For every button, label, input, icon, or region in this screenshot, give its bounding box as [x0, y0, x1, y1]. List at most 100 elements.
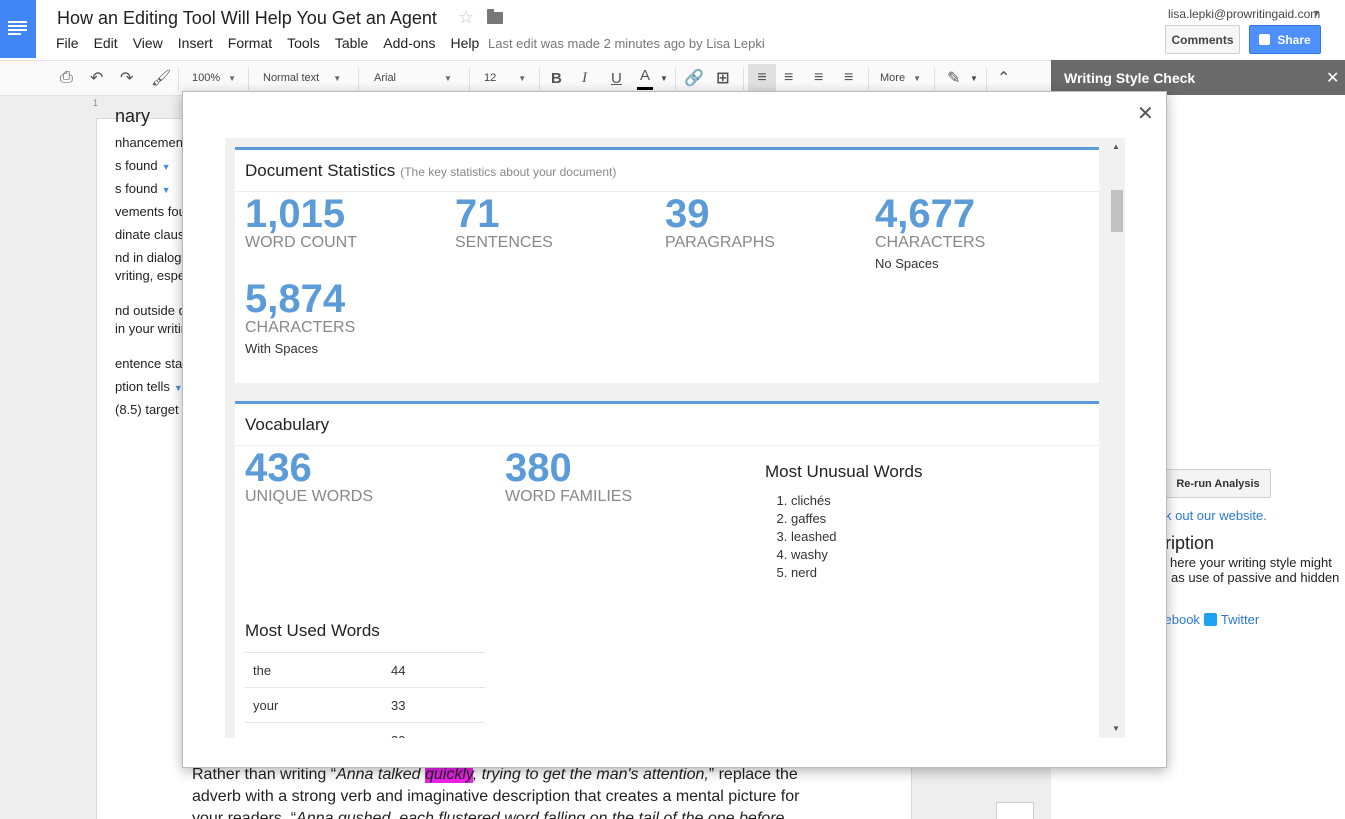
chevron-down-icon: ▼ — [333, 73, 342, 83]
toolbar-divider — [675, 68, 676, 90]
comments-button[interactable]: Comments — [1165, 25, 1240, 54]
menu-bar: File Edit View Insert Format Tools Table… — [56, 35, 494, 51]
toolbar-divider — [178, 68, 179, 90]
website-link[interactable]: k out our website. — [1165, 508, 1267, 523]
document-title[interactable]: How an Editing Tool Will Help You Get an… — [57, 8, 437, 29]
account-email[interactable]: lisa.lepki@prowritingaid.com — [1168, 7, 1320, 21]
italic-button[interactable]: I — [582, 61, 587, 95]
chevron-down-icon[interactable]: ▼ — [660, 61, 668, 95]
card-header: Vocabulary — [235, 404, 1099, 446]
more-button[interactable]: More ▼ — [880, 61, 921, 95]
social-links: cebook Twitter — [1158, 612, 1259, 627]
close-icon[interactable]: ✕ — [1326, 68, 1339, 88]
twitter-icon[interactable] — [1203, 613, 1217, 626]
folder-icon[interactable] — [487, 9, 503, 24]
scroll-up-icon[interactable]: ▲ — [1112, 142, 1120, 151]
more-label: More — [880, 72, 906, 84]
stat-characters-no-spaces: 4,677 CHARACTERS No Spaces — [875, 194, 985, 271]
twitter-link[interactable]: Twitter — [1221, 612, 1259, 627]
chevron-down-icon: ▼ — [518, 73, 527, 83]
link-icon[interactable]: 🔗 — [684, 61, 704, 95]
scroll-down-icon[interactable]: ▼ — [1112, 724, 1120, 733]
star-icon[interactable]: ☆ — [458, 7, 474, 28]
last-edit-status[interactable]: Last edit was made 2 minutes ago by Lisa… — [488, 36, 765, 51]
stat-value: 436 — [245, 446, 312, 490]
justify-icon[interactable]: ≡ — [844, 61, 853, 95]
print-icon[interactable]: ⎙ — [60, 61, 73, 95]
toolbar-divider — [986, 68, 987, 90]
toolbar-divider — [743, 68, 744, 90]
chevron-down-icon: ▼ — [444, 73, 452, 83]
menu-edit[interactable]: Edit — [94, 35, 118, 51]
underline-button[interactable]: U — [611, 61, 622, 95]
count-cell: 33 — [383, 687, 485, 723]
document-paragraph[interactable]: Rather than writing “Anna talked quickly… — [192, 764, 822, 819]
stat-paragraphs: 39 PARAGRAPHS — [665, 194, 775, 251]
table-row: the 44 — [245, 652, 485, 688]
align-center-icon[interactable]: ≡ — [784, 61, 793, 95]
stat-word-count: 1,015 WORD COUNT — [245, 194, 357, 251]
summary-item[interactable]: s found ▼ — [115, 181, 171, 196]
redo-icon[interactable]: ↷ — [120, 61, 133, 95]
menu-tools[interactable]: Tools — [287, 35, 320, 51]
menu-help[interactable]: Help — [450, 35, 479, 51]
summary-item-label: s found — [115, 181, 158, 196]
card-title: Document Statistics — [245, 160, 396, 180]
undo-icon[interactable]: ↶ — [90, 61, 103, 95]
description-text: as use of passive and hidden — [1171, 570, 1340, 585]
text-color-button[interactable]: A — [637, 64, 654, 90]
text-run: Rather than writing “ — [192, 766, 337, 783]
close-icon[interactable]: ✕ — [1137, 104, 1154, 124]
dialog-scrollbar[interactable]: ▲ ▼ — [1109, 138, 1125, 738]
menu-table[interactable]: Table — [335, 35, 368, 51]
count-cell: 30 — [383, 722, 485, 738]
summary-item[interactable]: s found ▼ — [115, 158, 171, 173]
list-item: clichés — [791, 492, 837, 510]
adverb-highlight[interactable]: quickly — [425, 766, 473, 783]
align-left-icon[interactable]: ≡ — [748, 64, 776, 92]
statistics-dialog: ✕ Document Statistics (The key statistic… — [182, 91, 1167, 768]
card-subtitle: (The key statistics about your document) — [400, 165, 617, 179]
pencil-icon[interactable]: ✎ — [947, 61, 960, 95]
menu-addons[interactable]: Add-ons — [383, 35, 435, 51]
toolbar-divider — [358, 68, 359, 90]
explore-button[interactable] — [996, 802, 1034, 819]
summary-item-label: ption tells — [115, 379, 170, 394]
font-select[interactable]: Arial ▼ — [374, 61, 452, 95]
docs-logo-icon[interactable] — [0, 0, 36, 58]
stat-value: 39 — [665, 192, 710, 236]
menu-view[interactable]: View — [133, 35, 163, 51]
unusual-words-list: clichés gaffes leashed washy nerd — [791, 492, 837, 582]
align-right-icon[interactable]: ≡ — [814, 61, 823, 95]
table-row: 30 — [245, 722, 485, 738]
toolbar-divider — [934, 68, 935, 90]
stat-value: 5,874 — [245, 277, 346, 321]
summary-item[interactable]: ption tells ▼ — [115, 379, 183, 394]
stat-characters-with-spaces: 5,874 CHARACTERS With Spaces — [245, 279, 355, 356]
scrollbar-thumb[interactable] — [1111, 190, 1123, 232]
used-words-table: the 44 your 33 30 — [245, 652, 485, 738]
paint-format-icon[interactable]: 🖌 — [151, 61, 171, 95]
share-label: Share — [1277, 32, 1311, 47]
description-text: here your writing style might — [1170, 555, 1332, 570]
insert-comment-icon[interactable]: ⊞ — [716, 61, 729, 95]
stat-value: 380 — [505, 446, 572, 490]
menu-file[interactable]: File — [56, 35, 79, 51]
word-cell — [245, 722, 383, 738]
menu-insert[interactable]: Insert — [178, 35, 213, 51]
vocabulary-card: Vocabulary 436 UNIQUE WORDS 380 WORD FAM… — [235, 401, 1099, 738]
collapse-icon[interactable]: ⌃ — [997, 61, 1010, 95]
chevron-down-icon[interactable]: ▼ — [1312, 8, 1321, 18]
stat-word-families: 380 WORD FAMILIES — [505, 448, 632, 505]
bold-button[interactable]: B — [551, 61, 562, 95]
stat-label: CHARACTERS — [875, 234, 986, 251]
chevron-down-icon[interactable]: ▼ — [970, 61, 978, 95]
lock-person-icon — [1259, 34, 1271, 45]
zoom-select[interactable]: 100% ▼ — [192, 61, 236, 95]
menu-format[interactable]: Format — [228, 35, 272, 51]
style-select[interactable]: Normal text ▼ — [263, 61, 341, 95]
font-size-select[interactable]: 12 ▼ — [484, 61, 526, 95]
share-button[interactable]: Share — [1249, 25, 1321, 54]
dialog-scroll-area[interactable]: Document Statistics (The key statistics … — [225, 138, 1125, 738]
rerun-analysis-button[interactable]: Re-run Analysis — [1165, 469, 1271, 498]
